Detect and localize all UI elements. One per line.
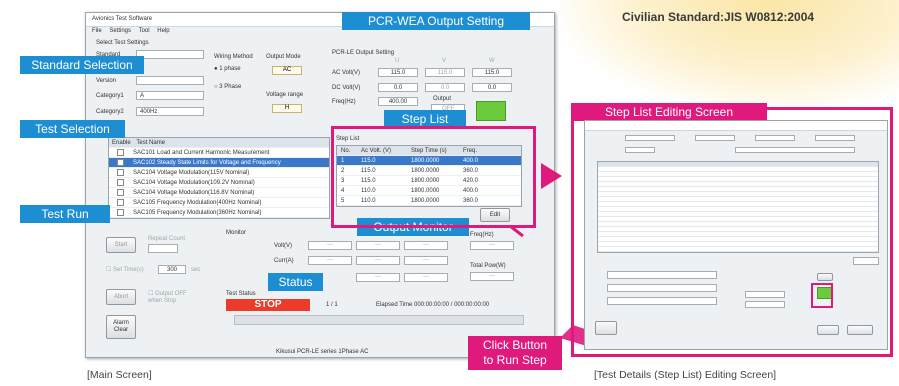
- edit-standard-field[interactable]: [625, 135, 675, 141]
- edit-step-grid[interactable]: [597, 161, 879, 253]
- edit-test-name-field[interactable]: [735, 147, 855, 153]
- edit-category1-field[interactable]: [755, 135, 795, 141]
- edit-total-field[interactable]: [745, 301, 785, 308]
- details-screen-caption: [Test Details (Step List) Editing Screen…: [594, 369, 777, 381]
- edit-freq-field[interactable]: [745, 291, 785, 298]
- pointer-arrow-icon: [509, 224, 524, 238]
- callout-click-button: Click Button to Run Step: [468, 336, 562, 370]
- edit-ok-button[interactable]: [817, 325, 839, 335]
- edit-param-1[interactable]: [607, 271, 717, 279]
- right-arrow-icon: [541, 163, 562, 189]
- edit-cancel-button[interactable]: [847, 325, 873, 335]
- edit-param-3[interactable]: [607, 297, 717, 305]
- step-edit-title: [585, 121, 887, 131]
- callout-step-list-editing: Step List Editing Screen: [571, 103, 767, 121]
- edit-back-button[interactable]: [595, 321, 617, 335]
- edit-version-field[interactable]: [695, 135, 735, 141]
- edit-test-no-field[interactable]: [625, 147, 655, 153]
- step-edit-window: [584, 120, 888, 350]
- main-screen-caption: [Main Screen]: [87, 369, 152, 381]
- edit-grid-row[interactable]: [598, 247, 878, 252]
- edit-category2-field[interactable]: [815, 135, 855, 141]
- edit-small-button[interactable]: [853, 257, 879, 265]
- run-step-button-highlight: [811, 283, 833, 308]
- edit-param-2[interactable]: [607, 284, 717, 292]
- edit-apply-button[interactable]: [817, 273, 833, 281]
